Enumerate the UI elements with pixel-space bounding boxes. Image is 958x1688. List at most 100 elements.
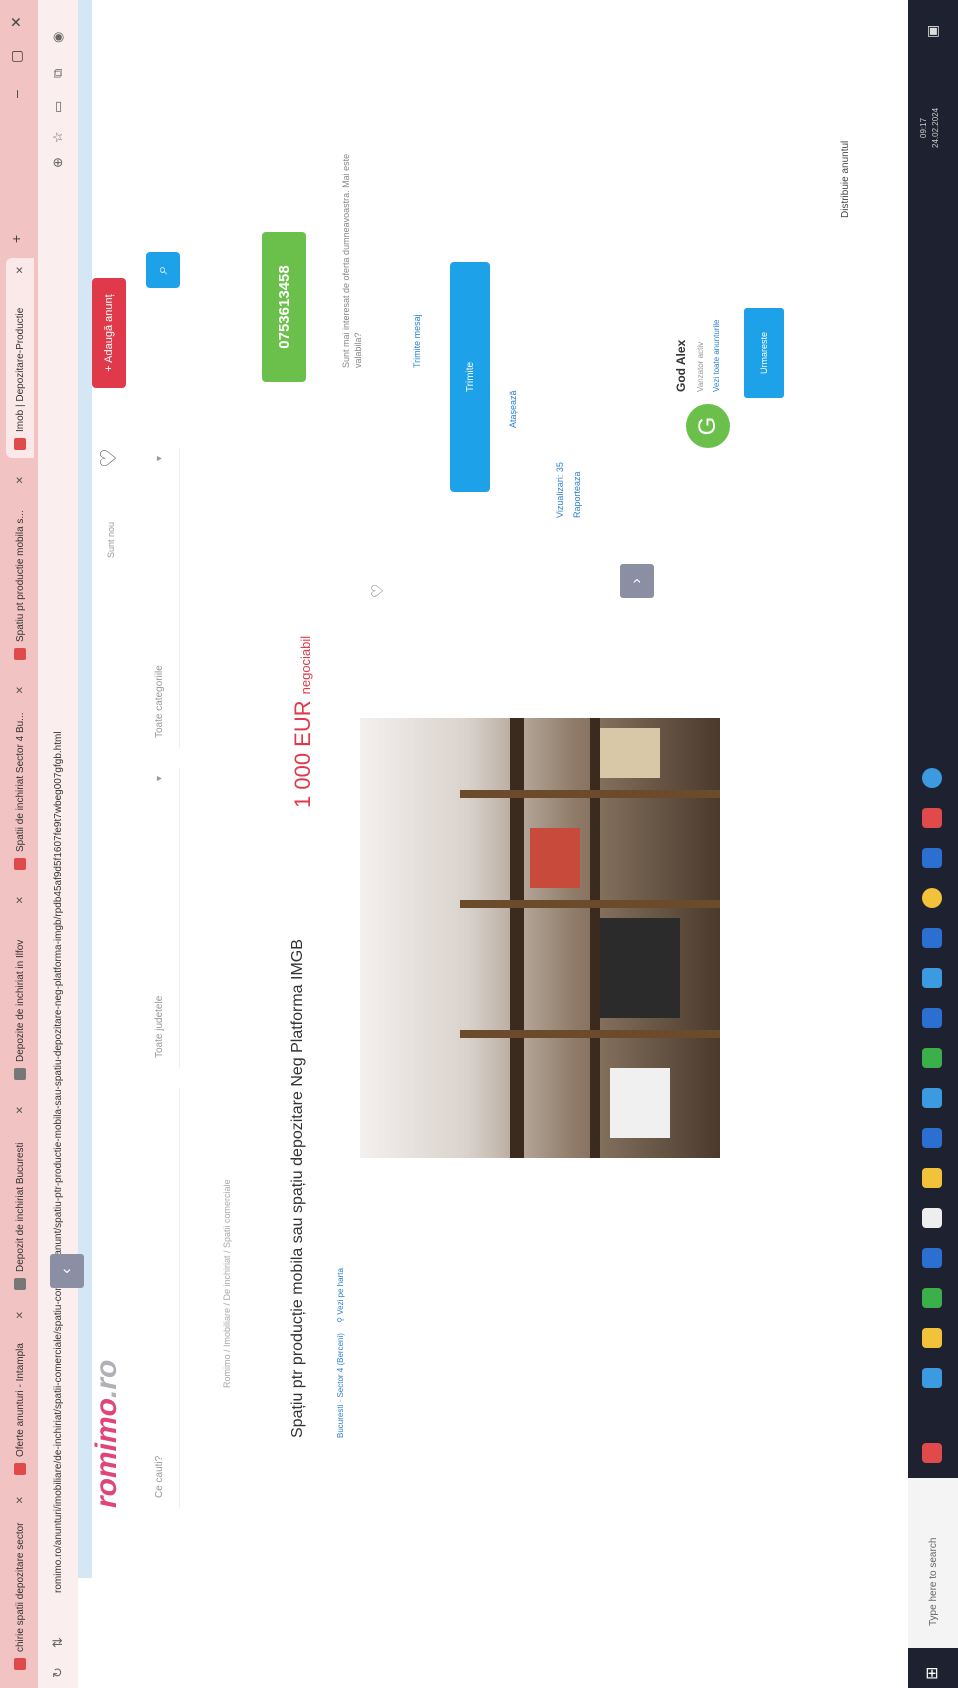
tab-favicon-icon [14, 1278, 26, 1290]
location-select-label: Toate judetele [154, 995, 165, 1058]
windows-start-icon[interactable]: ⊞ [922, 1660, 942, 1680]
close-tab-icon[interactable]: ✕ [15, 1106, 26, 1114]
send-message-button[interactable]: Trimite [450, 262, 490, 492]
tab-4[interactable]: Depozite de inchiriat in Ilfov ✕ [6, 888, 34, 1088]
url-field[interactable]: romimo.ro/anunturi/imobiliare/de-inchiri… [48, 73, 70, 1593]
reload-icon[interactable]: ↻ [50, 1667, 66, 1678]
favorites-heart-icon[interactable]: ♡ [96, 448, 122, 468]
report-link[interactable]: Raporteaza [572, 471, 582, 518]
chrome-icon[interactable] [922, 1328, 942, 1348]
close-tab-icon[interactable]: ✕ [15, 1496, 26, 1504]
site-info-icon[interactable]: ⇅ [50, 1637, 66, 1648]
photo-shelf [510, 718, 524, 1158]
tab-label: Depozite de inchiriat in Ilfov [14, 939, 26, 1062]
app-icon[interactable] [922, 1443, 942, 1463]
address-bar: ↻ ⇅ romimo.ro/anunturi/imobiliare/de-inc… [38, 0, 78, 1688]
seller-all-ads-link[interactable]: Vezi toate anunturile [712, 320, 721, 393]
site-logo[interactable]: romimo.ro [90, 1360, 124, 1508]
app-icon[interactable] [922, 1128, 942, 1148]
app-icon[interactable] [922, 888, 942, 908]
app-icon[interactable] [922, 1248, 942, 1268]
close-window-icon[interactable]: ✕ [8, 16, 25, 28]
app-icon[interactable] [922, 928, 942, 948]
photo-post [460, 1030, 720, 1038]
map-link[interactable]: Vezi pe harta [336, 1268, 345, 1315]
seller-name[interactable]: God Alex [674, 340, 688, 392]
gallery-prev-button[interactable]: ‹ [50, 1254, 84, 1288]
app-icon[interactable] [922, 968, 942, 988]
tab-3[interactable]: Depozit de inchiriat Bucuresti ✕ [6, 1098, 34, 1298]
tab-2[interactable]: Oferte anunturi - Intampla ✕ [6, 1303, 34, 1483]
chevron-down-icon: ▾ [154, 456, 165, 462]
new-user-link[interactable]: Sunt nou [106, 522, 116, 558]
listing-title: Spațiu ptr producție mobila sau spațiu d… [289, 939, 306, 1438]
tab-label: Oferte anunturi - Intampla [14, 1343, 26, 1457]
close-tab-icon[interactable]: ✕ [15, 266, 26, 274]
phone-button[interactable]: 0753613458 [262, 232, 306, 382]
minimize-icon[interactable]: – [8, 90, 24, 98]
location-select[interactable]: Toate judetele ▾ [140, 768, 180, 1068]
logo-main: romimo [90, 1397, 123, 1508]
collections-icon[interactable]: ⧉ [50, 69, 66, 78]
tab-favicon-icon [14, 1068, 26, 1080]
tab-label: chirie spatii depozitare sector [14, 1522, 26, 1652]
app-icon[interactable] [922, 1288, 942, 1308]
maximize-icon[interactable]: ▢ [8, 50, 25, 63]
keyword-input[interactable]: Ce cauti? [140, 1088, 180, 1508]
app-icon[interactable] [922, 1008, 942, 1028]
app-icon[interactable] [922, 768, 942, 788]
split-view-icon[interactable]: ▭ [50, 101, 66, 113]
add-ad-button[interactable]: + Adaugă anunț [92, 278, 126, 388]
price-note: negociabil [298, 635, 313, 695]
profile-icon[interactable]: ◉ [50, 32, 66, 43]
photo-poster [610, 1068, 670, 1138]
listing-price: 1 000 EUR negociabil [290, 636, 316, 808]
tab-6[interactable]: Spatiu pt productie mobila s... ✕ [6, 468, 34, 668]
tab-1[interactable]: chirie spatii depozitare sector ✕ [6, 1488, 34, 1678]
app-icon[interactable] [922, 1048, 942, 1068]
close-tab-icon[interactable]: ✕ [15, 1311, 26, 1319]
zoom-icon[interactable]: ⊕ [50, 157, 66, 168]
photo-post [460, 900, 720, 908]
location-link[interactable]: Bucuresti · Sector 4 (Berceni) [336, 1333, 345, 1438]
photo-box [600, 728, 660, 778]
seller-avatar[interactable]: G [686, 404, 730, 448]
price-value: 1 000 EUR [290, 700, 315, 808]
close-tab-icon[interactable]: ✕ [15, 476, 26, 484]
search-row: Ce cauti? Toate judetele ▾ Toate categor… [140, 258, 184, 1508]
tab-5[interactable]: Spatii de inchiriat Sector 4 Bu... ✕ [6, 678, 34, 878]
new-tab-icon[interactable]: + [8, 235, 24, 243]
app-icon[interactable] [922, 1208, 942, 1228]
tab-favicon-icon [14, 1463, 26, 1475]
app-icon[interactable] [922, 1088, 942, 1108]
close-tab-icon[interactable]: ✕ [15, 896, 26, 904]
close-tab-icon[interactable]: ✕ [15, 686, 26, 694]
category-select[interactable]: Toate categoriile ▾ [140, 448, 180, 748]
bookmark-star-icon[interactable]: ☆ [50, 131, 66, 143]
listing-photo[interactable] [360, 718, 720, 1158]
taskbar-search[interactable]: Type here to search [908, 1478, 958, 1648]
app-icon[interactable] [922, 848, 942, 868]
follow-button[interactable]: Urmareste [744, 308, 784, 398]
tab-7[interactable]: Imob | Depozitare-Productie ✕ [6, 258, 34, 458]
save-listing-heart-icon[interactable]: ♡ [368, 584, 388, 598]
browser-window: chirie spatii depozitare sector ✕ Oferte… [0, 0, 958, 1688]
tab-favicon-icon [14, 648, 26, 660]
tab-label: Spatiu pt productie mobila s... [14, 510, 26, 642]
breadcrumb[interactable]: Romimo / Imobiliare / De inchiriat / Spa… [222, 1179, 232, 1388]
folder-icon[interactable] [922, 1168, 942, 1188]
attach-link[interactable]: Atașează [508, 390, 518, 428]
taskbar-clock[interactable]: 09:17 24.02.2024 [918, 108, 942, 148]
chevron-right-icon: › [628, 578, 645, 584]
tab-bar: chirie spatii depozitare sector ✕ Oferte… [0, 0, 38, 1688]
photo-cabinet [600, 918, 680, 1018]
tab-favicon-icon [14, 1658, 26, 1670]
message-link[interactable]: Trimite mesaj [412, 314, 422, 368]
gallery-next-button[interactable]: › [620, 564, 654, 598]
app-icon[interactable] [922, 808, 942, 828]
notification-icon[interactable]: ▣ [924, 25, 941, 38]
edge-icon[interactable] [922, 1368, 942, 1388]
photo-shelf [590, 718, 600, 1158]
tab-favicon-icon [14, 438, 26, 450]
search-button[interactable]: ⌕ [146, 252, 180, 288]
